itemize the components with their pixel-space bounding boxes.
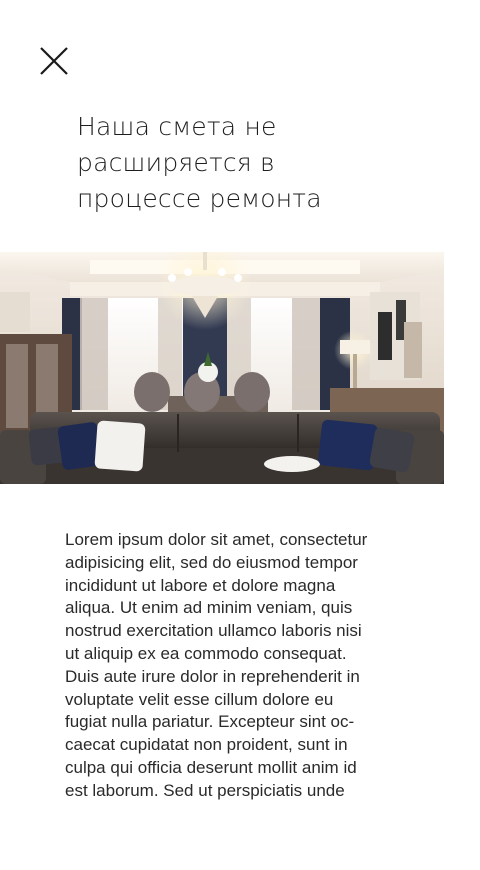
interior-photo <box>0 252 444 484</box>
body-text: Lorem ipsum dolor sit amet, consectetur … <box>65 530 368 800</box>
page-title: Наша смета не расширяется в процессе рем… <box>77 112 322 213</box>
close-icon[interactable] <box>38 45 70 77</box>
close-button[interactable] <box>38 45 70 77</box>
